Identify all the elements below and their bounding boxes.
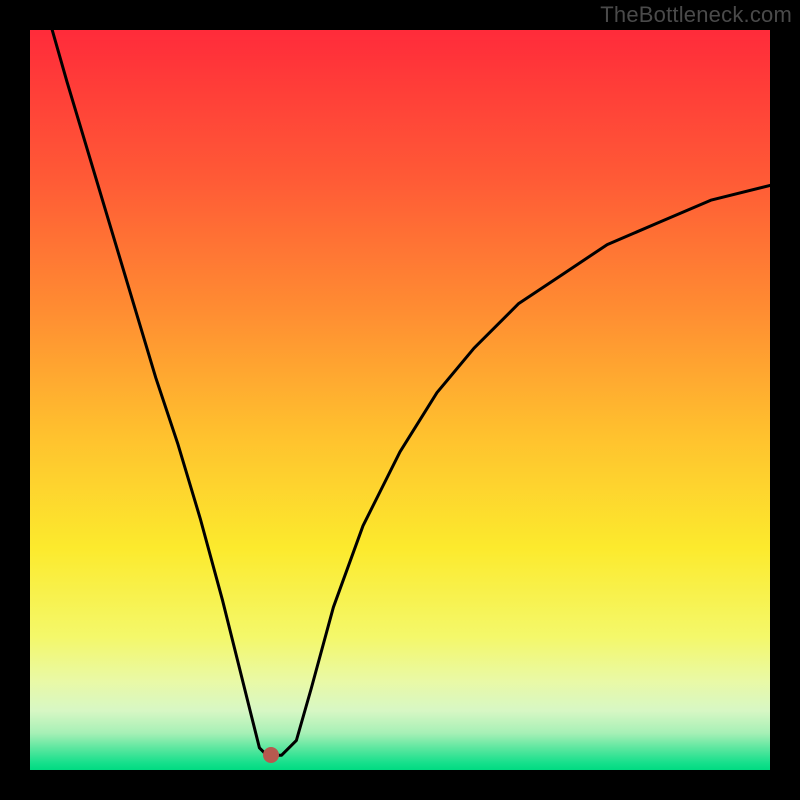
plot-area [30, 30, 770, 770]
watermark-text: TheBottleneck.com [600, 2, 792, 28]
bottleneck-curve [30, 30, 770, 770]
optimum-marker [263, 747, 279, 763]
chart-frame: TheBottleneck.com [0, 0, 800, 800]
